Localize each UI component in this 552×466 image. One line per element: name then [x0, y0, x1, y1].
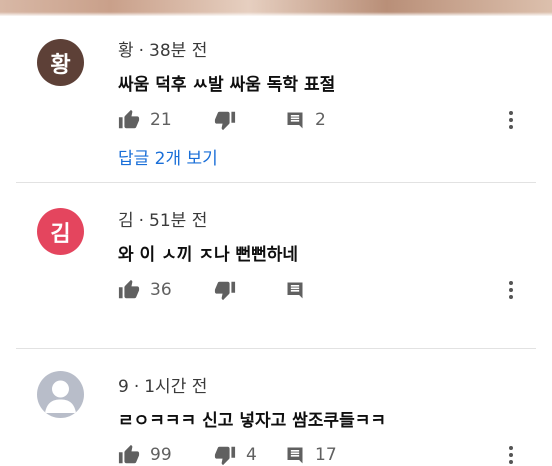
- comment-author[interactable]: 9: [118, 377, 129, 397]
- dislike-button[interactable]: [214, 109, 236, 131]
- comment-meta: 김 · 51분 전: [118, 206, 207, 231]
- reply-count: 17: [315, 445, 337, 465]
- comment-text: ㄹㅇㅋㅋㅋ 신고 넣자고 쌈조쿠들ㅋㅋ: [118, 411, 386, 431]
- reply-button[interactable]: 2: [285, 109, 326, 131]
- meta-separator: ·: [138, 41, 145, 61]
- comment-time: 1시간 전: [144, 377, 208, 397]
- comment-divider: [16, 182, 536, 183]
- avatar-letter: 김: [50, 221, 71, 247]
- thumbs-up-icon: [118, 444, 140, 466]
- comment-divider: [16, 348, 536, 349]
- meta-separator: ·: [138, 211, 145, 231]
- avatar-letter: 황: [50, 52, 71, 78]
- like-count: 36: [150, 280, 172, 300]
- avatar[interactable]: 김: [37, 208, 84, 255]
- dislike-button[interactable]: [214, 279, 236, 301]
- comment-meta: 9 · 1시간 전: [118, 372, 207, 397]
- comment-time: 38분 전: [149, 41, 208, 61]
- thumbs-up-icon: [118, 279, 140, 301]
- comment-author[interactable]: 황: [118, 41, 134, 61]
- like-count: 21: [150, 110, 172, 130]
- reply-button[interactable]: [285, 279, 305, 301]
- reply-button[interactable]: 17: [285, 444, 337, 466]
- comment-actions: 36: [118, 279, 538, 301]
- video-thumbnail-edge: [0, 0, 552, 16]
- dislike-count: 4: [246, 445, 257, 465]
- person-icon: [45, 380, 76, 413]
- like-count: 99: [150, 445, 172, 465]
- comment-actions: 99 4 17: [118, 444, 538, 466]
- comment-time: 51분 전: [149, 211, 208, 231]
- comment-author[interactable]: 김: [118, 211, 134, 231]
- more-options-icon[interactable]: [507, 279, 515, 301]
- comment-icon: [285, 280, 305, 300]
- thumbs-up-icon: [118, 109, 140, 131]
- thumbs-down-icon: [214, 279, 236, 301]
- like-button[interactable]: 99: [118, 444, 172, 466]
- meta-separator: ·: [133, 377, 140, 397]
- thumbs-down-icon: [214, 109, 236, 131]
- view-replies-link[interactable]: 답글 2개 보기: [118, 144, 218, 169]
- default-avatar-icon[interactable]: [37, 371, 84, 418]
- comment-icon: [285, 445, 305, 465]
- comment-text: 와 이 ㅅ끼 ㅈ나 뻔뻔하네: [118, 245, 299, 265]
- avatar[interactable]: 황: [37, 39, 84, 86]
- comment-meta: 황 · 38분 전: [118, 36, 207, 61]
- like-button[interactable]: 36: [118, 279, 172, 301]
- dislike-button[interactable]: 4: [214, 444, 257, 466]
- more-options-icon[interactable]: [507, 444, 515, 466]
- thumbs-down-icon: [214, 444, 236, 466]
- comment-actions: 21 2: [118, 109, 538, 131]
- more-options-icon[interactable]: [507, 109, 515, 131]
- comment-text: 싸움 덕후 ㅆ발 싸움 독학 표절: [118, 75, 336, 95]
- like-button[interactable]: 21: [118, 109, 172, 131]
- reply-count: 2: [315, 110, 326, 130]
- comment-icon: [285, 110, 305, 130]
